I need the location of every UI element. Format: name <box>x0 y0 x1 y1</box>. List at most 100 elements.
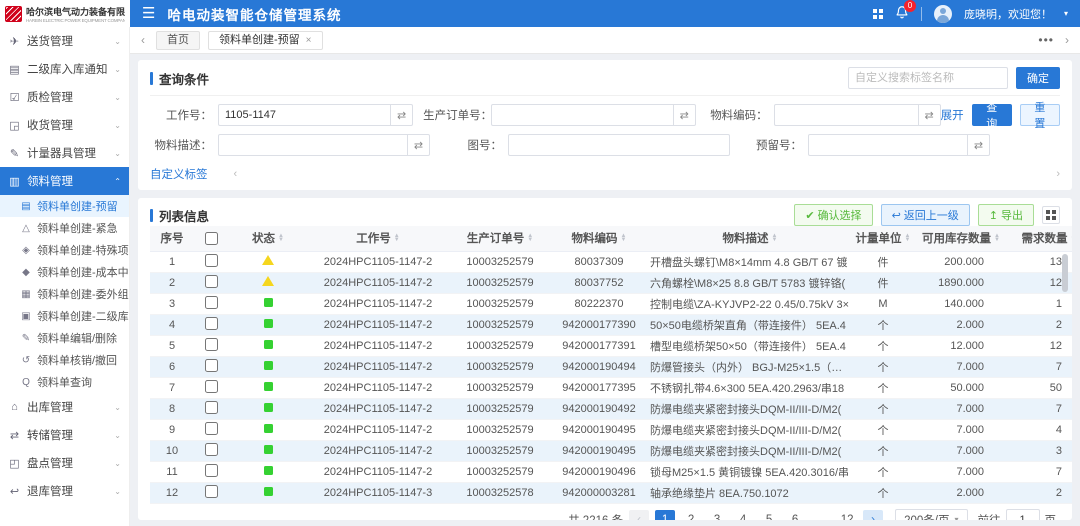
filter-icon[interactable]: ⇄ <box>674 104 696 126</box>
col-demand[interactable]: 需求数量▲▼ <box>1010 226 1072 251</box>
table-row[interactable]: 12024HPC1105-1147-21000325257980037309开槽… <box>150 251 1072 272</box>
page-number[interactable]: 5 <box>759 510 779 521</box>
row-checkbox[interactable] <box>205 317 218 330</box>
table-row[interactable]: 112024HPC1105-1147-210003252579942000190… <box>150 461 1072 482</box>
row-checkbox[interactable] <box>205 485 218 498</box>
material-desc-input[interactable] <box>218 134 408 156</box>
drawing-no-input[interactable] <box>508 134 730 156</box>
custom-tag-name-input[interactable] <box>848 67 1008 89</box>
tab-home[interactable]: 首页 <box>156 31 200 50</box>
sidebar-item-measuring-instruments[interactable]: ✎ 计量器具管理 ⌄ <box>0 139 129 167</box>
sidebar-item-transfer[interactable]: ⇄ 转储管理 ⌄ <box>0 421 129 449</box>
reset-button[interactable]: 重置 <box>1020 104 1060 126</box>
select-all-checkbox[interactable] <box>205 232 218 245</box>
filter-icon[interactable]: ⇄ <box>919 104 941 126</box>
table-row[interactable]: 32024HPC1105-1147-21000325257980222370控制… <box>150 293 1072 314</box>
user-greeting[interactable]: 庞晓明，欢迎您！ <box>964 6 1052 22</box>
sidebar-item-material-requisition[interactable]: ▥ 领料管理 ⌃ <box>0 167 129 195</box>
col-desc[interactable]: 物料描述▲▼ <box>646 226 854 251</box>
row-checkbox[interactable] <box>205 443 218 456</box>
tab-scroll-left-icon[interactable]: ‹ <box>138 33 148 47</box>
row-checkbox[interactable] <box>205 359 218 372</box>
sidebar-item-receiving[interactable]: ◲ 收货管理 ⌄ <box>0 111 129 139</box>
user-menu-caret-icon[interactable]: ▾ <box>1064 9 1068 18</box>
sidebar-subitem-create-outsourced[interactable]: ▦ 领料单创建-委外组件 <box>0 283 129 305</box>
row-checkbox[interactable] <box>205 296 218 309</box>
sidebar-item-return[interactable]: ↩ 退库管理 ⌄ <box>0 477 129 505</box>
tags-scroll-left-icon[interactable]: ‹ <box>234 168 238 180</box>
row-checkbox[interactable] <box>205 464 218 477</box>
sidebar-subitem-edit-delete[interactable]: ✎ 领料单编辑/删除 <box>0 327 129 349</box>
sidebar-item-secondary-inbound-notice[interactable]: ▤ 二级库入库通知单 ⌄ <box>0 55 129 83</box>
page-number[interactable]: 1 <box>655 510 675 521</box>
tags-scroll-right-icon[interactable]: › <box>1056 168 1060 180</box>
sidebar-item-delivery[interactable]: ✈ 送货管理 ⌄ <box>0 27 129 55</box>
tab-more-icon[interactable]: ••• <box>1038 33 1054 47</box>
sidebar-item-stocktaking[interactable]: ◰ 盘点管理 ⌄ <box>0 449 129 477</box>
back-button[interactable]: ↩ 返回上一级 <box>881 204 970 226</box>
reserve-no-input[interactable] <box>808 134 968 156</box>
page-number[interactable]: 3 <box>707 510 727 521</box>
confirm-select-button[interactable]: ✔ 确认选择 <box>794 204 872 226</box>
table-row[interactable]: 72024HPC1105-1147-2100032525799420001773… <box>150 377 1072 398</box>
table-row[interactable]: 62024HPC1105-1147-2100032525799420001904… <box>150 356 1072 377</box>
col-unit[interactable]: 计量单位▲▼ <box>854 226 912 251</box>
sidebar-subitem-writeoff-withdraw[interactable]: ↺ 领料单核销/撤回 <box>0 349 129 371</box>
tab-create-reserve[interactable]: 领料单创建-预留 × <box>208 31 323 50</box>
vertical-scrollbar[interactable] <box>1062 254 1068 292</box>
col-order-no[interactable]: 生产订单号▲▼ <box>448 226 552 251</box>
column-settings-icon[interactable] <box>1042 206 1060 224</box>
goto-page-input[interactable] <box>1006 509 1040 521</box>
row-checkbox[interactable] <box>205 254 218 267</box>
table-row[interactable]: 52024HPC1105-1147-2100032525799420001773… <box>150 335 1072 356</box>
col-work-no[interactable]: 工作号▲▼ <box>308 226 448 251</box>
tab-scroll-right-icon[interactable]: › <box>1062 33 1072 47</box>
custom-tag-link[interactable]: 自定义标签 <box>150 166 208 182</box>
row-checkbox[interactable] <box>205 401 218 414</box>
filter-icon[interactable]: ⇄ <box>391 104 413 126</box>
page-number[interactable]: 4 <box>733 510 753 521</box>
sidebar-subitem-create-cost-center[interactable]: ◆ 领料单创建-成本中心 <box>0 261 129 283</box>
page-number[interactable]: 6 <box>785 510 805 521</box>
col-code[interactable]: 物料编码▲▼ <box>552 226 646 251</box>
page-number[interactable]: 12 <box>837 510 857 521</box>
sidebar-item-quality-inspection[interactable]: ☑ 质检管理 ⌄ <box>0 83 129 111</box>
page-number[interactable]: 2 <box>681 510 701 521</box>
page-ellipsis[interactable]: … <box>811 510 831 521</box>
sidebar-subitem-create-reserve[interactable]: ▤ 领料单创建-预留 <box>0 195 129 217</box>
close-icon[interactable]: × <box>306 32 312 49</box>
row-checkbox[interactable] <box>205 380 218 393</box>
material-code-input[interactable] <box>774 104 919 126</box>
notification-bell-icon[interactable]: 0 <box>895 5 909 22</box>
row-checkbox[interactable] <box>205 275 218 288</box>
col-status[interactable]: 状态▲▼ <box>228 226 308 251</box>
work-no-input[interactable] <box>218 104 391 126</box>
row-checkbox[interactable] <box>205 338 218 351</box>
sidebar-subitem-create-special-project[interactable]: ◈ 领料单创建-特殊项目 <box>0 239 129 261</box>
production-order-input[interactable] <box>491 104 674 126</box>
table-row[interactable]: 42024HPC1105-1147-2100032525799420001773… <box>150 314 1072 335</box>
collapse-sidebar-icon[interactable]: ☰ <box>142 6 155 21</box>
fullscreen-icon[interactable] <box>873 9 883 19</box>
sidebar-subitem-create-secondary-store[interactable]: ▣ 领料单创建-二级库 <box>0 305 129 327</box>
export-button[interactable]: ↥ 导出 <box>978 204 1034 226</box>
next-page-icon[interactable]: › <box>863 510 883 521</box>
prev-page-icon[interactable]: ‹ <box>629 510 649 521</box>
filter-icon[interactable]: ⇄ <box>408 134 430 156</box>
expand-link[interactable]: 展开 <box>941 107 964 123</box>
sidebar-item-outbound[interactable]: ⌂ 出库管理 ⌄ <box>0 393 129 421</box>
filter-icon[interactable]: ⇄ <box>968 134 990 156</box>
table-row[interactable]: 82024HPC1105-1147-2100032525799420001904… <box>150 398 1072 419</box>
user-avatar[interactable] <box>934 5 952 23</box>
table-row[interactable]: 22024HPC1105-1147-21000325257980037752六角… <box>150 272 1072 293</box>
confirm-button[interactable]: 确定 <box>1016 67 1060 89</box>
table-row[interactable]: 92024HPC1105-1147-2100032525799420001904… <box>150 419 1072 440</box>
page-size-select[interactable]: 200条/页 ▾ <box>895 509 967 521</box>
sidebar-subitem-create-urgent[interactable]: △ 领料单创建-紧急 <box>0 217 129 239</box>
table-row[interactable]: 122024HPC1105-1147-310003252578942000003… <box>150 482 1072 503</box>
col-stock[interactable]: 可用库存数量▲▼ <box>912 226 1010 251</box>
search-button[interactable]: 查询 <box>972 104 1012 126</box>
sidebar-subitem-query[interactable]: Q 领料单查询 <box>0 371 129 393</box>
row-checkbox[interactable] <box>205 422 218 435</box>
table-row[interactable]: 102024HPC1105-1147-210003252579942000190… <box>150 440 1072 461</box>
